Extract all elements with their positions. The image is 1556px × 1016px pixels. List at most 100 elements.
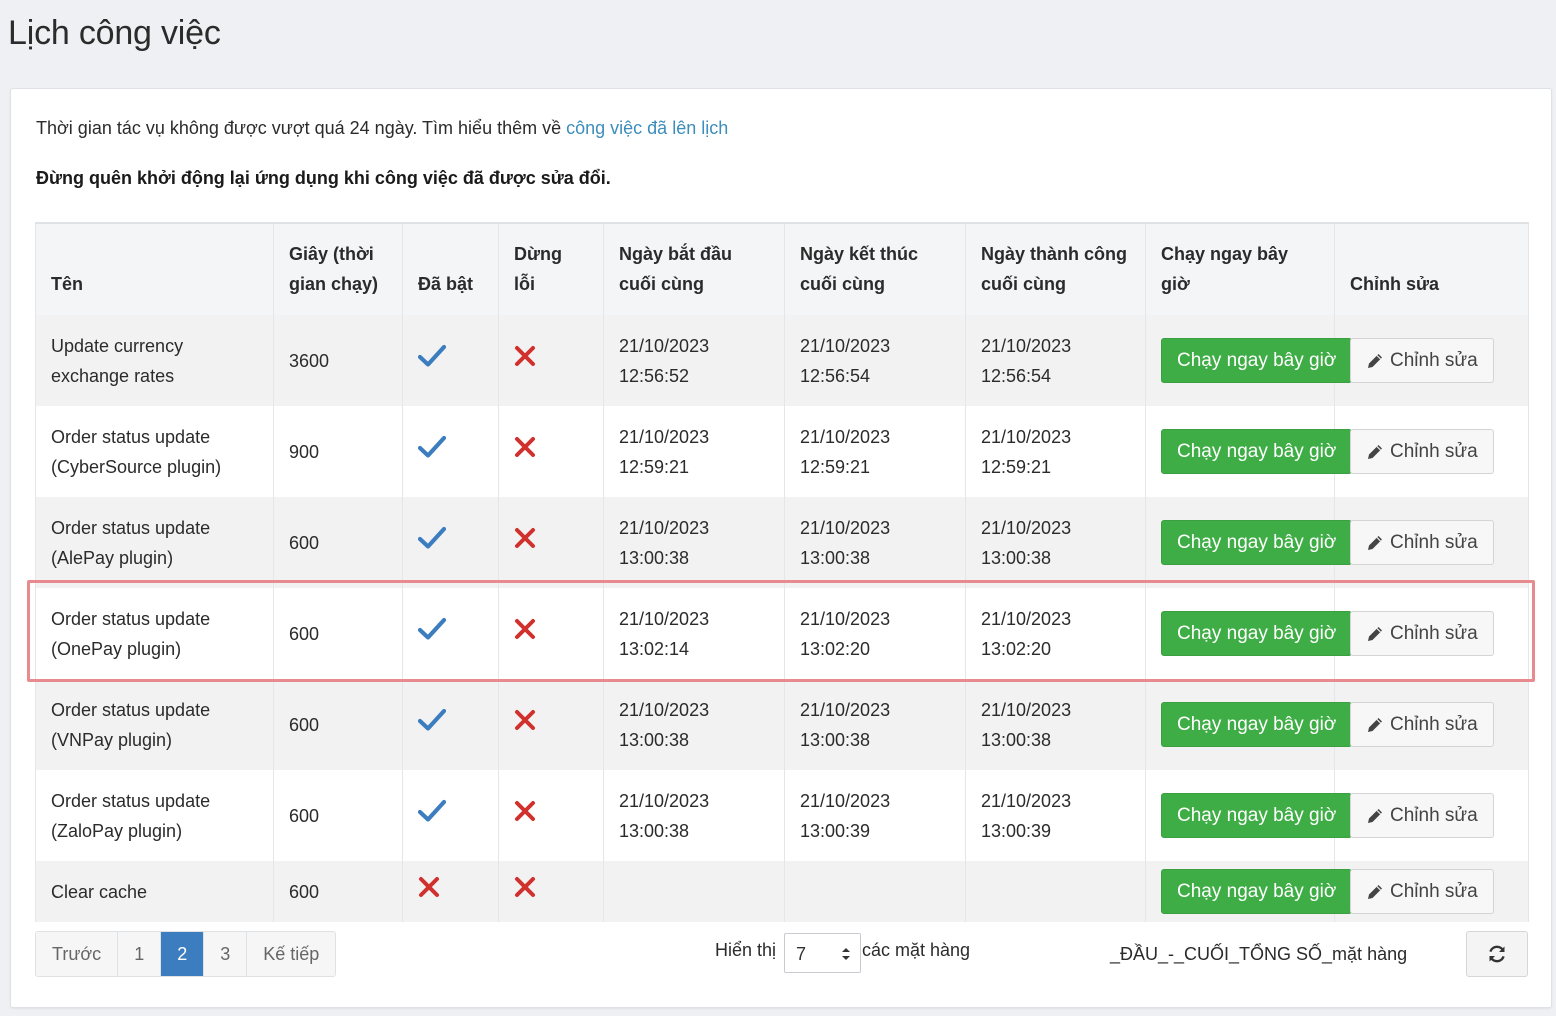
- pencil-icon: [1368, 535, 1382, 550]
- job-seconds: 600: [273, 679, 403, 770]
- job-last-success: 21/10/2023 13:00:39: [965, 770, 1146, 861]
- edit-button[interactable]: Chỉnh sửa: [1350, 702, 1494, 747]
- job-enabled: [402, 679, 499, 770]
- job-run-cell: Chạy ngay bây giờ: [1145, 861, 1353, 922]
- job-run-cell: Chạy ngay bây giờ: [1145, 315, 1353, 406]
- run-now-button[interactable]: Chạy ngay bây giờ: [1161, 611, 1353, 656]
- cross-icon: [515, 710, 535, 730]
- job-edit-cell: Chỉnh sửa: [1334, 315, 1529, 406]
- job-enabled: [402, 406, 499, 497]
- job-name: Clear cache: [35, 861, 274, 922]
- pencil-icon: [1368, 444, 1382, 459]
- cross-icon: [515, 346, 535, 366]
- select-arrows-icon: [842, 948, 850, 960]
- edit-button[interactable]: Chỉnh sửa: [1350, 869, 1494, 914]
- table-row: Order status update (ZaloPay plugin) 600 2…: [35, 770, 1529, 861]
- refresh-icon: [1489, 945, 1505, 963]
- job-last-end: 21/10/2023 13:02:20: [784, 588, 966, 679]
- column-header-stop-on-error: Dừng lỗi: [498, 223, 604, 315]
- job-last-end: 21/10/2023 13:00:39: [784, 770, 966, 861]
- run-now-button[interactable]: Chạy ngay bây giờ: [1161, 702, 1353, 747]
- column-header-run-now: Chạy ngay bây giờ: [1145, 223, 1335, 315]
- refresh-button[interactable]: [1466, 931, 1528, 977]
- job-last-end: [784, 861, 966, 922]
- check-icon: [418, 435, 446, 458]
- pagination-page-2[interactable]: 2: [161, 932, 205, 976]
- edit-button[interactable]: Chỉnh sửa: [1350, 611, 1494, 656]
- job-last-success: 21/10/2023 13:02:20: [965, 588, 1146, 679]
- pencil-icon: [1368, 717, 1382, 732]
- job-edit-cell: Chỉnh sửa: [1334, 497, 1529, 588]
- job-seconds: 600: [273, 770, 403, 861]
- pencil-icon: [1368, 626, 1382, 641]
- job-run-cell: Chạy ngay bây giờ: [1145, 679, 1353, 770]
- job-run-cell: Chạy ngay bây giờ: [1145, 770, 1353, 861]
- pencil-icon: [1368, 884, 1382, 899]
- job-last-start: 21/10/2023 12:59:21: [603, 406, 785, 497]
- job-run-cell: Chạy ngay bây giờ: [1145, 406, 1353, 497]
- job-last-success: 21/10/2023 12:56:54: [965, 315, 1146, 406]
- job-last-end: 21/10/2023 12:56:54: [784, 315, 966, 406]
- cross-icon: [419, 877, 439, 897]
- pagination-prev[interactable]: Trước: [36, 932, 119, 976]
- table-row: Update currency exchange rates 3600 21/10/…: [35, 315, 1529, 406]
- pagination-page-3[interactable]: 3: [204, 932, 248, 976]
- job-last-end: 21/10/2023 13:00:38: [784, 497, 966, 588]
- pagination-next[interactable]: Kế tiếp: [247, 932, 336, 976]
- job-name: Order status update (VNPay plugin): [35, 679, 274, 770]
- job-last-success: [965, 861, 1146, 922]
- job-enabled: [402, 770, 499, 861]
- job-stop-on-error: [498, 406, 604, 497]
- edit-button[interactable]: Chỉnh sửa: [1350, 520, 1494, 565]
- job-name: Order status update (CyberSource plugin): [35, 406, 274, 497]
- job-edit-cell: Chỉnh sửa: [1334, 770, 1529, 861]
- table-summary: _ĐẦU_-_CUỐI_TỔNG SỐ_mặt hàng: [1110, 944, 1408, 964]
- page-size-prefix: Hiển thị: [715, 940, 777, 960]
- job-last-success: 21/10/2023 13:00:38: [965, 679, 1146, 770]
- run-now-button[interactable]: Chạy ngay bây giờ: [1161, 338, 1353, 383]
- table-row: Order status update (OnePay plugin) 600 21…: [35, 588, 1529, 679]
- cross-icon: [515, 619, 535, 639]
- check-icon: [418, 344, 446, 367]
- pencil-icon: [1368, 808, 1382, 823]
- table-row: Order status update (AlePay plugin) 600 21…: [35, 497, 1529, 588]
- scheduled-jobs-link[interactable]: công việc đã lên lịch: [566, 118, 728, 138]
- job-last-start: 21/10/2023 12:56:52: [603, 315, 785, 406]
- job-seconds: 600: [273, 861, 403, 922]
- edit-button[interactable]: Chỉnh sửa: [1350, 338, 1494, 383]
- job-seconds: 3600: [273, 315, 403, 406]
- table-row: Order status update (VNPay plugin) 600 21/…: [35, 679, 1529, 770]
- page-title: Lịch công việc: [8, 14, 221, 52]
- run-now-button[interactable]: Chạy ngay bây giờ: [1161, 869, 1353, 914]
- page-size-select[interactable]: 7: [784, 933, 861, 973]
- cross-icon: [515, 877, 535, 897]
- check-icon: [418, 526, 446, 549]
- job-edit-cell: Chỉnh sửa: [1334, 861, 1529, 922]
- run-now-button[interactable]: Chạy ngay bây giờ: [1161, 520, 1353, 565]
- edit-button-label: Chỉnh sửa: [1390, 622, 1478, 644]
- job-run-cell: Chạy ngay bây giờ: [1145, 588, 1353, 679]
- job-stop-on-error: [498, 770, 604, 861]
- job-edit-cell: Chỉnh sửa: [1334, 406, 1529, 497]
- job-last-start: 21/10/2023 13:00:38: [603, 770, 785, 861]
- edit-button[interactable]: Chỉnh sửa: [1350, 429, 1494, 474]
- edit-button[interactable]: Chỉnh sửa: [1350, 793, 1494, 838]
- run-now-button[interactable]: Chạy ngay bây giờ: [1161, 793, 1353, 838]
- job-seconds: 600: [273, 497, 403, 588]
- column-header-last-success: Ngày thành công cuối cùng: [965, 223, 1146, 315]
- pagination: Trước 1 2 3 Kế tiếp: [35, 931, 337, 977]
- content-card: Thời gian tác vụ không được vượt quá 24 …: [10, 88, 1552, 1008]
- job-last-start: 21/10/2023 13:02:14: [603, 588, 785, 679]
- pagination-page-1[interactable]: 1: [118, 932, 162, 976]
- job-run-cell: Chạy ngay bây giờ: [1145, 497, 1353, 588]
- info-text-body: Thời gian tác vụ không được vượt quá 24 …: [36, 118, 567, 138]
- edit-button-label: Chỉnh sửa: [1390, 804, 1478, 826]
- check-icon: [418, 799, 446, 822]
- job-stop-on-error: [498, 861, 604, 922]
- table-row: Clear cache 600 Chạy ngay bây giờ Chỉnh sửa: [35, 861, 1529, 922]
- table-row: Order status update (CyberSource plugin)…: [35, 406, 1529, 497]
- job-edit-cell: Chỉnh sửa: [1334, 588, 1529, 679]
- job-enabled: [402, 861, 499, 922]
- column-header-last-end: Ngày kết thúc cuối cùng: [784, 223, 966, 315]
- run-now-button[interactable]: Chạy ngay bây giờ: [1161, 429, 1353, 474]
